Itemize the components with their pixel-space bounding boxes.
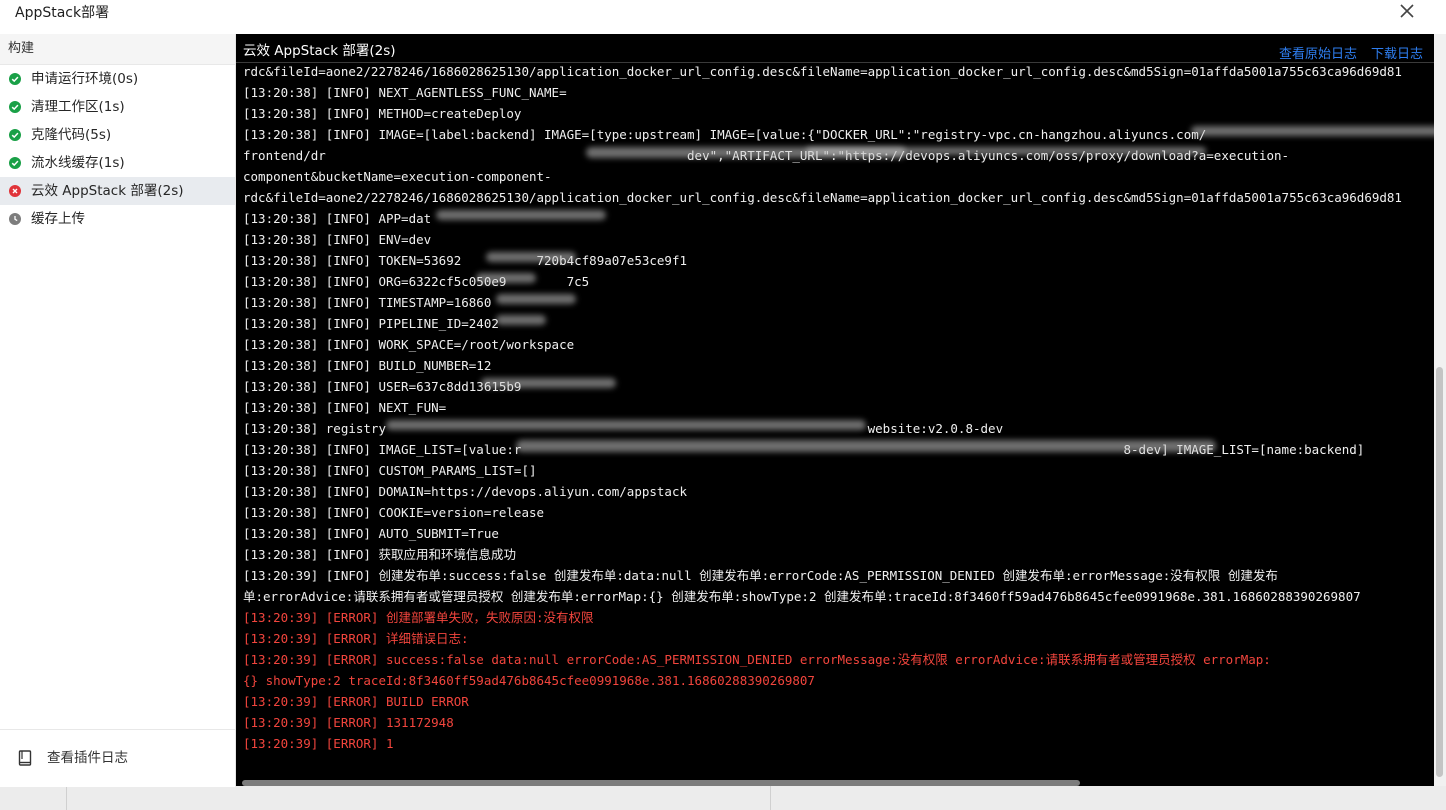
redaction-blur bbox=[436, 210, 606, 220]
backdrop-divider bbox=[770, 786, 771, 810]
redaction-blur bbox=[486, 252, 576, 262]
log-line: [13:20:38] [INFO] CUSTOM_PARAMS_LIST=[] bbox=[243, 463, 537, 478]
sidebar-step-item[interactable]: 申请运行环境(0s) bbox=[0, 65, 235, 93]
log-title: 云效 AppStack 部署(2s) bbox=[243, 43, 396, 59]
log-line: [13:20:39] [ERROR] 1 bbox=[243, 736, 394, 751]
log-line: [13:20:38] [INFO] COOKIE=version=release bbox=[243, 505, 545, 520]
log-line: [13:20:39] [ERROR] 详细错误日志: bbox=[243, 631, 469, 646]
redaction-blur bbox=[476, 273, 536, 283]
redaction-blur bbox=[481, 378, 616, 388]
step-sidebar: 构建 申请运行环境(0s) 清理工作区(1s) 克隆代码(5s) 流水线缓存(1s) 云… bbox=[0, 34, 236, 787]
redaction-blur bbox=[806, 147, 1206, 155]
log-line: [13:20:39] [ERROR] success:false data:nu… bbox=[243, 652, 1271, 667]
close-circle-icon bbox=[9, 185, 21, 197]
sidebar-step-label: 缓存上传 bbox=[31, 211, 85, 227]
view-plugin-log-label: 查看插件日志 bbox=[47, 750, 128, 766]
log-line: {} showType:2 traceId:8f3460ff59ad476b86… bbox=[243, 673, 815, 688]
redaction-blur bbox=[496, 294, 576, 304]
sidebar-step-label: 克隆代码(5s) bbox=[31, 127, 112, 143]
view-raw-log-link[interactable]: 查看原始日志 bbox=[1279, 43, 1357, 62]
backdrop-divider bbox=[66, 786, 67, 810]
log-line: [13:20:38] [INFO] NEXT_AGENTLESS_FUNC_NA… bbox=[243, 85, 567, 100]
sidebar-step-label: 云效 AppStack 部署(2s) bbox=[31, 183, 184, 199]
log-line: [13:20:39] [ERROR] 创建部署单失败，失败原因:没有权限 bbox=[243, 610, 594, 625]
log-line: [13:20:38] [INFO] AUTO_SUBMIT=True bbox=[243, 526, 499, 541]
log-line: [13:20:38] [INFO] ORG=6322cf5c050e9 7c5 bbox=[243, 274, 590, 289]
scrollbar-thumb[interactable] bbox=[1436, 367, 1443, 777]
log-line: 单:errorAdvice:请联系拥有者或管理员授权 创建发布单:errorMa… bbox=[243, 589, 1361, 604]
log-line: [13:20:38] [INFO] TIMESTAMP=16860 bbox=[243, 295, 492, 310]
view-plugin-log-button[interactable]: 查看插件日志 bbox=[18, 748, 128, 768]
log-line: [13:20:39] [ERROR] BUILD ERROR bbox=[243, 694, 469, 709]
download-log-link[interactable]: 下载日志 bbox=[1371, 43, 1423, 62]
check-circle-icon bbox=[9, 129, 21, 141]
log-line: [13:20:39] [ERROR] 131172948 bbox=[243, 715, 454, 730]
sidebar-step-label: 申请运行环境(0s) bbox=[31, 71, 139, 87]
close-icon[interactable] bbox=[1396, 1, 1418, 23]
redaction-blur bbox=[496, 315, 546, 325]
log-line: [13:20:38] [INFO] WORK_SPACE=/root/works… bbox=[243, 337, 575, 352]
log-vertical-scrollbar[interactable] bbox=[1434, 34, 1446, 786]
sidebar-header: 构建 bbox=[0, 34, 235, 65]
log-line: [13:20:38] [INFO] METHOD=createDeploy bbox=[243, 106, 522, 121]
sidebar-step-item[interactable]: 流水线缓存(1s) bbox=[0, 149, 235, 177]
log-line: [13:20:38] [INFO] ENV=dev bbox=[243, 232, 432, 247]
sidebar-step-item[interactable]: 清理工作区(1s) bbox=[0, 93, 235, 121]
log-line: [13:20:38] [INFO] TOKEN=53692 720b4cf89a… bbox=[243, 253, 688, 268]
page-backdrop bbox=[0, 786, 1446, 810]
log-line: [13:20:38] [INFO] APP=dat bbox=[243, 211, 432, 226]
log-line: [13:20:38] [INFO] PIPELINE_ID=2402 bbox=[243, 316, 499, 331]
check-circle-icon bbox=[9, 101, 21, 113]
step-list: 申请运行环境(0s) 清理工作区(1s) 克隆代码(5s) 流水线缓存(1s) 云效 A… bbox=[0, 65, 235, 233]
log-line: rdc&fileId=aone2/2278246/1686028625130/a… bbox=[243, 190, 1402, 205]
log-line: [13:20:38] [INFO] USER=637c8dd13615b9 bbox=[243, 379, 522, 394]
log-line: [13:20:38] [INFO] NEXT_FUN= bbox=[243, 400, 447, 415]
check-circle-icon bbox=[9, 73, 21, 85]
log-line: component&bucketName=execution-component… bbox=[243, 169, 552, 184]
sidebar-step-item[interactable]: 缓存上传 bbox=[0, 205, 235, 233]
log-line: [13:20:38] [INFO] 获取应用和环境信息成功 bbox=[243, 547, 516, 562]
document-icon bbox=[18, 750, 32, 772]
log-line: [13:20:38] [INFO] DOMAIN=https://devops.… bbox=[243, 484, 688, 499]
dialog-title: AppStack部署 bbox=[15, 5, 110, 21]
sidebar-step-label: 清理工作区(1s) bbox=[31, 99, 125, 115]
log-line: rdc&fileId=aone2/2278246/1686028625130/a… bbox=[243, 64, 1402, 79]
sidebar-step-item[interactable]: 云效 AppStack 部署(2s) bbox=[0, 177, 235, 205]
dialog-header: AppStack部署 bbox=[0, 0, 1446, 34]
sidebar-footer: 查看插件日志 bbox=[0, 729, 235, 787]
clock-icon bbox=[9, 213, 21, 225]
log-horizontal-scrollbar[interactable] bbox=[242, 780, 1080, 786]
log-line: [13:20:39] [INFO] 创建发布单:success:false 创建… bbox=[243, 568, 1278, 583]
sidebar-step-item[interactable]: 克隆代码(5s) bbox=[0, 121, 235, 149]
sidebar-step-label: 流水线缓存(1s) bbox=[31, 155, 125, 171]
redaction-blur bbox=[1191, 126, 1434, 136]
log-panel: 云效 AppStack 部署(2s) 查看原始日志 下载日志 rdc&fileI… bbox=[236, 34, 1434, 786]
log-toolbar: 云效 AppStack 部署(2s) 查看原始日志 下载日志 bbox=[236, 34, 1434, 63]
check-circle-icon bbox=[9, 157, 21, 169]
redaction-blur bbox=[516, 440, 1216, 452]
redaction-blur bbox=[386, 420, 866, 430]
log-line: [13:20:38] [INFO] BUILD_NUMBER=12 bbox=[243, 358, 492, 373]
deploy-log-dialog: AppStack部署 构建 申请运行环境(0s) 清理工作区(1s) 克隆代码(5s… bbox=[0, 0, 1446, 787]
